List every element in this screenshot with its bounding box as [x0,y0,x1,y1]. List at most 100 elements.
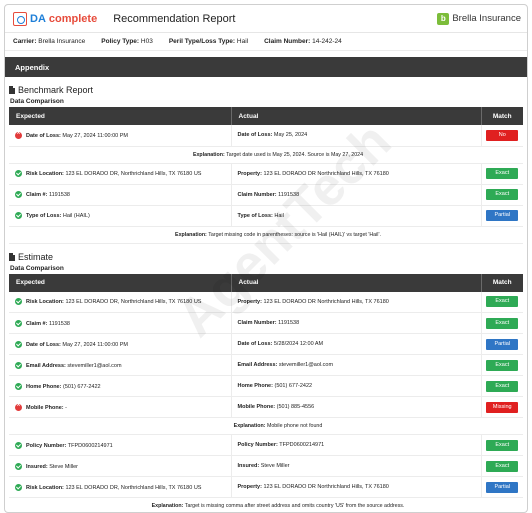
col-match: Match [492,279,512,286]
col-expected: Expected [9,107,232,125]
expected-value: 1191538 [48,191,70,198]
match-cell: Exact [481,435,523,456]
actual-label: Claim Number: [237,320,277,326]
table-row: Risk Location: 123 EL DORADO DR, Northri… [9,476,523,498]
check-circle-icon [15,319,22,327]
expected-cell: Date of Loss: May 27, 2024 11:00:00 PM [9,333,232,355]
report-title: Recommendation Report [113,12,236,25]
expected-label: Mobile Phone: [26,404,64,411]
match-cell: Exact [481,184,523,205]
table-row: Date of Loss: May 27, 2024 11:00:00 PMDa… [9,333,523,355]
match-badge: Missing [486,401,519,413]
estimate-subtitle: Data Comparison [10,264,64,272]
explanation-cell: Explanation: Mobile phone not found [9,417,523,435]
match-badge: Partial [486,338,519,350]
col-actual: Actual [231,273,482,292]
check-circle-icon [15,298,22,306]
expected-cell: Insured: Steve Miller [9,455,232,477]
claim-number-value: 14-242-24 [312,38,342,45]
match-cell: No [481,125,523,146]
explanation-text: Target date used is May 25, 2024. Source… [226,151,364,158]
actual-value: 5/28/2024 12:00 AM [273,341,324,347]
actual-cell: Claim Number: 1191538 [231,184,482,205]
expected-cell: Risk Location: 123 EL DORADO DR, Northri… [9,476,232,498]
expected-label: Date of Loss: [26,341,61,348]
report-page: DA complete Recommendation Report b Brell… [4,4,528,513]
explanation-row: Explanation: Target date used is May 25,… [9,146,523,164]
match-badge: Exact [486,359,519,371]
match-cell: Exact [481,456,523,477]
explanation-row: Explanation: Target is missing comma aft… [9,497,523,512]
table-header: Expected Actual Match [9,273,523,292]
expected-label: Risk Location: [26,484,64,491]
expected-cell: Email Address: stevemiller1@aol.com [9,354,232,376]
check-circle-icon [15,441,22,449]
benchmark-section-title: Benchmark Report [9,85,527,95]
expected-value: May 27, 2024 11:00:00 PM [62,132,129,139]
actual-label: Policy Number: [237,442,278,448]
actual-cell: Policy Number: TFPD0600214971 [231,434,482,456]
check-circle-icon [15,462,22,470]
expected-value: Hail (HAIL) [62,212,90,219]
actual-value: TFPD0600214971 [279,442,325,448]
expected-value: May 27, 2024 11:00:00 PM [62,341,129,348]
benchmark-table: Expected Actual Match Date of Loss: May … [9,107,523,244]
actual-value: (501) 885-4556 [276,404,315,410]
check-circle-icon [15,340,22,348]
match-cell: Exact [481,292,523,313]
expected-value: TFPD0600214971 [67,442,113,449]
expected-cell: Home Phone: (501) 677-2422 [9,375,232,397]
expected-cell: Type of Loss: Hail (HAIL) [9,205,232,226]
actual-cell: Type of Loss: Hail [231,205,482,226]
actual-label: Home Phone: [237,383,273,389]
table-row: Home Phone: (501) 677-2422 Home Phone: (5… [9,375,523,397]
actual-label: Date of Loss: [237,341,273,347]
explanation-label: Explanation: [233,423,266,429]
expected-label: Risk Location: [26,170,64,177]
match-cell: Exact [481,355,523,376]
actual-value: May 25, 2024 [273,132,308,139]
top-bar: DA complete Recommendation Report b Brell… [5,5,527,33]
logo-mark-icon [13,11,27,26]
expected-label: Type of Loss: [26,212,62,219]
explanation-cell: Explanation: Target date used is May 25,… [9,146,523,164]
match-cell: Missing [481,397,523,418]
match-cell: Partial [481,334,523,355]
match-badge: Exact [486,296,519,308]
explanation-label: Explanation: [151,503,184,509]
expected-label: Home Phone: [26,383,62,390]
document-icon [9,252,15,261]
actual-value: 1191538 [278,320,300,326]
explanation-text: Mobile phone not found [266,423,323,429]
actual-value: 123 EL DORADO DR Northrichland Hills, TX… [263,170,389,177]
explanation-label: Explanation: [175,231,207,238]
check-circle-icon [15,382,22,390]
expected-label: Claim #: [26,191,48,198]
actual-value: (501) 677-2422 [274,383,313,389]
table-row: Email Address: stevemiller1@aol.com Email… [9,354,523,376]
expected-cell: Date of Loss: May 27, 2024 11:00:00 PM [9,125,232,146]
estimate-section-title: Estimate [9,252,527,262]
table-row: Insured: Steve Miller Insured: Steve Mill… [9,455,523,477]
actual-label: Type of Loss: [237,212,273,219]
match-badge: Exact [486,317,519,329]
expected-value: 123 EL DORADO DR, Northrichland Hills, T… [65,299,202,306]
match-cell: Partial [481,205,523,226]
explanation-label: Explanation: [192,151,225,158]
actual-cell: Date of Loss: May 25, 2024 [231,125,482,146]
match-cell: Exact [481,376,523,397]
expected-label: Insured: [26,463,48,470]
explanation-cell: Explanation: Target missing code in pare… [9,226,523,244]
benchmark-subtitle: Data Comparison [10,98,64,105]
match-badge: Partial [486,481,519,493]
actual-label: Email Address: [237,362,278,368]
actual-cell: Email Address: stevemiller1@aol.com [231,354,482,376]
match-cell: Partial [481,477,523,498]
appendix-header: Appendix [5,57,527,77]
expected-label: Policy Number: [26,442,67,449]
actual-value: 1191538 [278,191,300,198]
actual-value: Hail [274,212,284,219]
x-circle-icon [15,130,22,139]
table-row: Policy Number: TFPD0600214971 Policy Numb… [9,434,523,456]
expected-value: - [65,404,67,411]
